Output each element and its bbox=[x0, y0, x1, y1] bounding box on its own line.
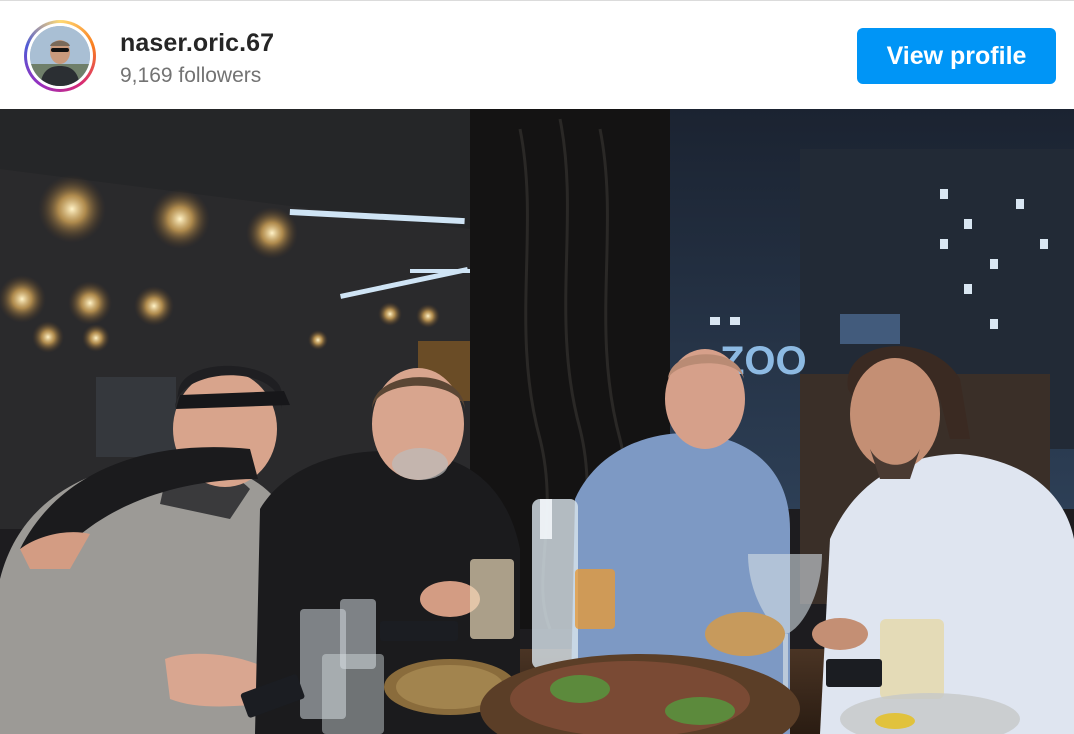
post-photo[interactable]: ZOO bbox=[0, 109, 1074, 734]
avatar[interactable] bbox=[24, 20, 96, 92]
avatar-border bbox=[27, 23, 93, 89]
username[interactable]: naser.oric.67 bbox=[120, 29, 274, 58]
view-profile-button[interactable]: View profile bbox=[857, 28, 1056, 84]
post-photo-illustration: ZOO bbox=[0, 109, 1074, 734]
follower-count: 9,169 followers bbox=[120, 64, 262, 87]
profile-photo-icon bbox=[30, 26, 90, 86]
profile-header: naser.oric.67 9,169 followers View profi… bbox=[0, 0, 1074, 109]
